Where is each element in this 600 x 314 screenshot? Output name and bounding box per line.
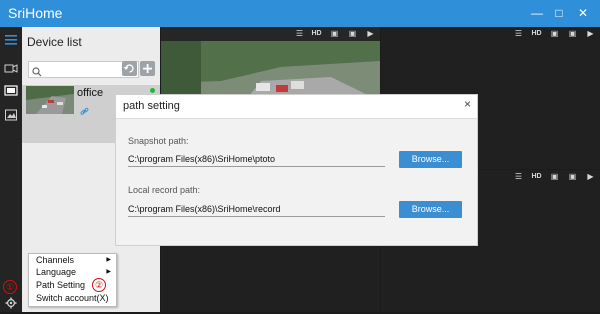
add-device-button[interactable] [140,61,155,76]
refresh-icon [124,64,134,73]
refresh-button[interactable] [122,61,137,76]
settings-gear-icon[interactable] [5,296,17,314]
annotation-marker-2: ② [92,278,106,292]
title-bar: SriHome — □ ✕ [0,0,600,27]
video-toolbar: ☰ HD ▣ ▣ ▶ [161,27,380,41]
record-icon[interactable]: ▣ [329,28,340,39]
mute-icon[interactable]: ▶ [585,171,596,182]
online-status-dot [150,88,155,93]
search-icon [32,64,42,82]
mute-icon[interactable]: ▶ [365,28,376,39]
submenu-arrow-icon: ▶ [106,269,111,275]
camera-icon[interactable] [4,61,18,75]
settings-sliders-icon[interactable]: ☰ [294,28,305,39]
close-icon[interactable]: × [464,97,471,111]
device-thumbnail [26,86,74,114]
dialog-header: path setting × [116,95,477,119]
record-browse-button[interactable]: Browse... [399,201,462,218]
dialog-title: path setting [123,100,180,112]
video-toolbar: ☰ HD ▣ ▣ ▶ [381,27,600,41]
menu-item-label: Switch account(X) [36,293,109,303]
settings-sliders-icon[interactable]: ☰ [513,28,524,39]
app-title: SriHome [8,5,63,21]
minimize-button[interactable]: — [528,4,546,22]
snapshot-browse-button[interactable]: Browse... [399,151,462,168]
settings-sliders-icon[interactable]: ☰ [513,171,524,182]
device-list-title: Device list [27,35,82,49]
close-window-button[interactable]: ✕ [574,4,592,22]
record-path-field[interactable]: C:\program Files(x86)\SriHome\record [128,202,385,217]
link-icon[interactable] [80,103,89,121]
record-icon[interactable]: ▣ [549,28,560,39]
snapshot-path-field[interactable]: C:\program Files(x86)\SriHome\ptoto [128,152,385,167]
record-path-label: Local record path: [128,185,201,195]
left-nav-bar [0,27,22,312]
hd-toggle[interactable]: HD [531,171,542,182]
snapshot-path-label: Snapshot path: [128,136,189,146]
hd-toggle[interactable]: HD [531,28,542,39]
mute-icon[interactable]: ▶ [585,28,596,39]
menu-item-language[interactable]: Language ▶ [29,266,116,279]
plus-icon [143,64,152,73]
live-view-icon[interactable] [4,84,18,98]
snapshot-icon[interactable]: ▣ [567,171,578,182]
snapshot-icon[interactable]: ▣ [347,28,358,39]
snapshot-icon[interactable]: ▣ [567,28,578,39]
hd-toggle[interactable]: HD [311,28,322,39]
record-icon[interactable]: ▣ [549,171,560,182]
menu-item-label: Language [36,267,77,277]
menu-item-label: Path Setting [36,280,86,290]
maximize-button[interactable]: □ [550,4,568,22]
annotation-marker-1: ① [3,280,17,294]
path-setting-dialog: path setting × Snapshot path: C:\program… [115,94,478,246]
menu-item-switch-account[interactable]: Switch account(X) [29,292,116,305]
menu-icon[interactable] [4,33,18,47]
image-icon[interactable] [4,108,18,122]
device-name: office [77,87,104,99]
